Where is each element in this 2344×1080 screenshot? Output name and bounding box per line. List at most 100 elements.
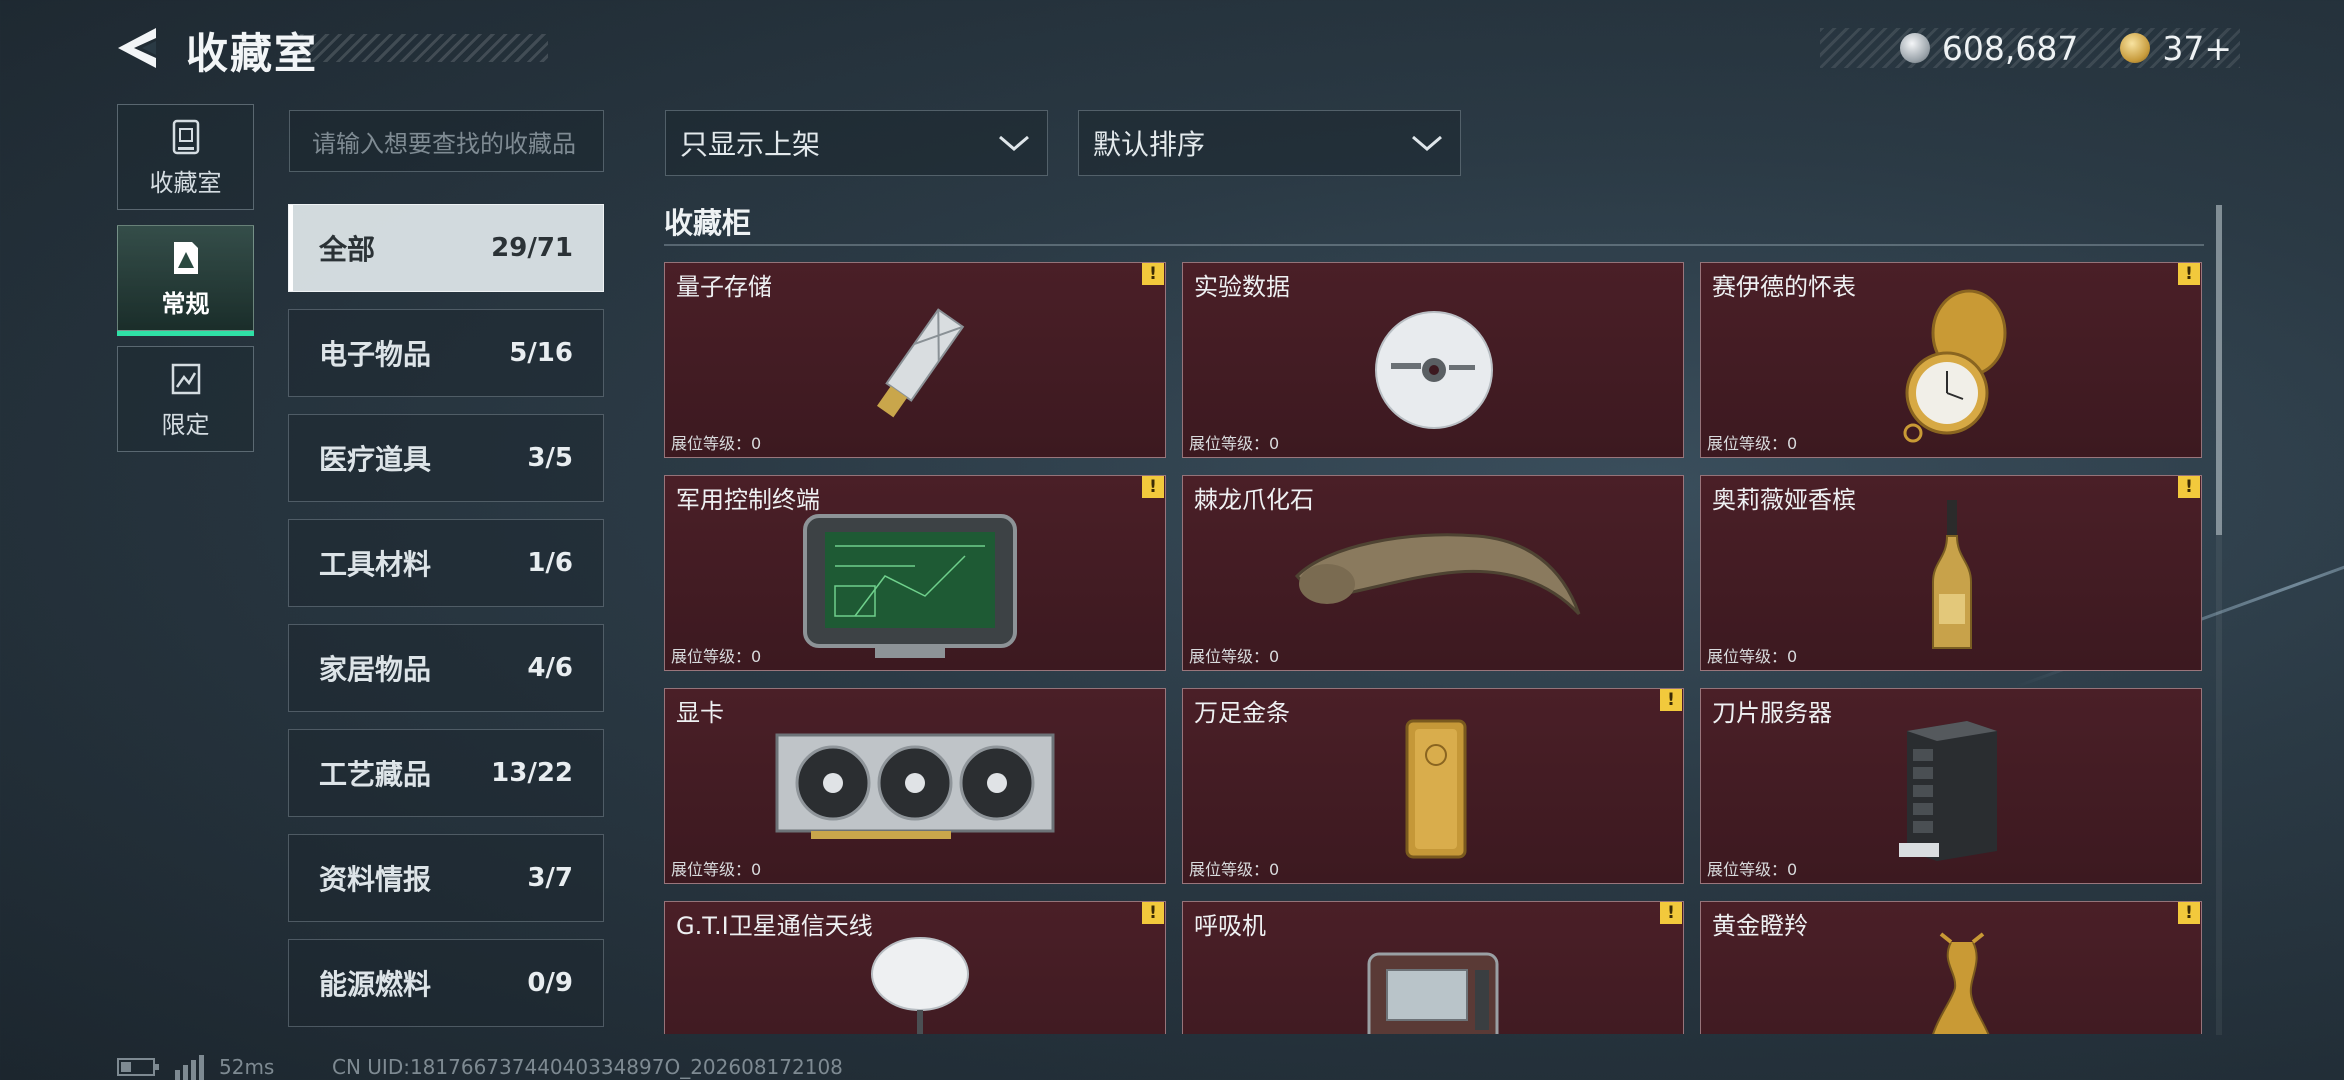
item-name: 量子存储 (676, 273, 772, 301)
warning-badge: ! (2178, 476, 2200, 498)
category-household[interactable]: 家居物品 4/6 (288, 624, 604, 712)
shelf-filter-dropdown[interactable]: 只显示上架 (665, 110, 1048, 176)
nav-regular[interactable]: 常规 (117, 225, 254, 336)
pocket-watch-icon (1903, 289, 2007, 443)
category-count: 3/5 (527, 443, 573, 473)
category-name: 能源燃料 (319, 968, 432, 1001)
category-tools[interactable]: 工具材料 1/6 (288, 519, 604, 607)
category-crafts[interactable]: 工艺藏品 13/22 (288, 729, 604, 817)
category-all[interactable]: 全部 29/71 (288, 204, 604, 292)
chevron-down-icon (1412, 135, 1442, 151)
category-count: 13/22 (491, 758, 573, 788)
collection-card[interactable]: 万足金条 ! 展位等级：0 (1182, 688, 1684, 884)
chevron-down-icon (999, 135, 1029, 151)
category-name: 电子物品 (319, 338, 432, 371)
gold-coin-icon (2120, 33, 2151, 63)
collection-card[interactable]: 黄金瞪羚 ! (1700, 901, 2202, 1034)
collection-card[interactable]: 军用控制终端 ! 展位等级：0 (664, 475, 1166, 671)
booth-level: 展位等级：0 (1189, 434, 1280, 453)
category-name: 资料情报 (319, 863, 432, 896)
item-name: 军用控制终端 (676, 486, 820, 514)
champagne-icon (1932, 500, 1972, 649)
collection-card[interactable]: 量子存储 ! 展位等级：0 (664, 262, 1166, 458)
collection-card[interactable]: 实验数据 展位等级：0 (1182, 262, 1684, 458)
cabinet-title: 收藏柜 (664, 206, 752, 240)
collection-card[interactable]: 奥莉薇娅香槟 ! 展位等级：0 (1700, 475, 2202, 671)
item-name: 显卡 (676, 699, 724, 727)
item-name: 奥莉薇娅香槟 (1712, 486, 1856, 514)
warning-badge: ! (1142, 902, 1164, 924)
collection-card[interactable]: 显卡 展位等级：0 (664, 688, 1166, 884)
category-count: 4/6 (527, 653, 573, 683)
golden-gazelle-icon (1932, 932, 1990, 1034)
nav-label: 收藏室 (149, 168, 222, 197)
collection-room-icon (172, 119, 199, 154)
signal-icon (175, 1055, 204, 1080)
scrollbar-thumb[interactable] (2216, 205, 2222, 535)
warning-badge: ! (1660, 902, 1682, 924)
usb-storage-icon (876, 308, 965, 418)
collection-card[interactable]: 呼吸机 ! (1182, 901, 1684, 1034)
category-medical[interactable]: 医疗道具 3/5 (288, 414, 604, 502)
booth-level: 展位等级：0 (1189, 647, 1280, 666)
shelf-filter-value: 只显示上架 (680, 128, 821, 161)
item-name: 实验数据 (1194, 273, 1290, 301)
collection-card[interactable]: G.T.I卫星通信天线 ! (664, 901, 1166, 1034)
item-name: 黄金瞪羚 (1712, 912, 1808, 940)
currency-bar: 608,687 37+ (1820, 28, 2240, 68)
warning-badge: ! (2178, 902, 2200, 924)
disc-icon (1375, 311, 1493, 429)
category-name: 家居物品 (319, 653, 432, 686)
back-button[interactable] (112, 22, 164, 74)
item-name: 刀片服务器 (1712, 699, 1832, 727)
category-count: 1/6 (527, 548, 573, 578)
booth-level: 展位等级：0 (1707, 647, 1798, 666)
back-arrow-icon (118, 28, 156, 68)
sort-value: 默认排序 (1093, 128, 1206, 161)
category-name: 医疗道具 (319, 443, 432, 476)
status-bar: 52ms (117, 1054, 274, 1080)
collection-card[interactable]: 赛伊德的怀表 ! 展位等级：0 (1700, 262, 2202, 458)
booth-level: 展位等级：0 (1707, 860, 1798, 879)
category-count: 5/16 (509, 338, 573, 368)
silver-coin-icon (1899, 33, 1930, 63)
nav-collection-room[interactable]: 收藏室 (117, 104, 254, 210)
warning-badge: ! (1142, 263, 1164, 285)
sort-dropdown[interactable]: 默认排序 (1078, 110, 1461, 176)
silver-currency-value: 608,687 (1941, 28, 2079, 68)
graphics-card-icon (775, 733, 1055, 839)
nav-label: 限定 (161, 410, 210, 439)
category-count: 0/9 (527, 968, 573, 998)
warning-badge: ! (1660, 689, 1682, 711)
ventilator-icon (1367, 952, 1499, 1034)
item-name: 万足金条 (1194, 699, 1290, 727)
category-electronics[interactable]: 电子物品 5/16 (288, 309, 604, 397)
blade-server-icon (1899, 721, 1997, 861)
collection-card[interactable]: 刀片服务器 展位等级：0 (1700, 688, 2202, 884)
item-name: G.T.I卫星通信天线 (676, 912, 873, 940)
gold-currency-value[interactable]: 37+ (2162, 29, 2232, 68)
control-terminal-icon (803, 514, 1017, 658)
title-decoration (300, 34, 548, 62)
limited-icon (171, 363, 200, 394)
category-count: 29/71 (491, 233, 573, 263)
item-name: 呼吸机 (1194, 912, 1266, 940)
ping-value: 52ms (219, 1055, 275, 1079)
item-name: 棘龙爪化石 (1194, 486, 1314, 514)
claw-fossil-icon (1294, 533, 1581, 616)
item-name: 赛伊德的怀表 (1712, 273, 1856, 301)
category-intel[interactable]: 资料情报 3/7 (288, 834, 604, 922)
warning-badge: ! (1142, 476, 1164, 498)
collection-card[interactable]: 棘龙爪化石 展位等级：0 (1182, 475, 1684, 671)
nav-limited[interactable]: 限定 (117, 346, 254, 452)
category-name: 工艺藏品 (319, 758, 432, 791)
category-count: 3/7 (527, 863, 573, 893)
divider (664, 244, 2204, 246)
booth-level: 展位等级：0 (1707, 434, 1798, 453)
regular-icon (173, 241, 198, 274)
search-input[interactable]: 请输入想要查找的收藏品 (289, 110, 604, 172)
nav-label: 常规 (161, 289, 210, 318)
user-uid: CN UID:18176673744040334897O_20260817210… (332, 1055, 843, 1079)
category-energy[interactable]: 能源燃料 0/9 (288, 939, 604, 1027)
gold-bar-icon (1405, 719, 1467, 859)
